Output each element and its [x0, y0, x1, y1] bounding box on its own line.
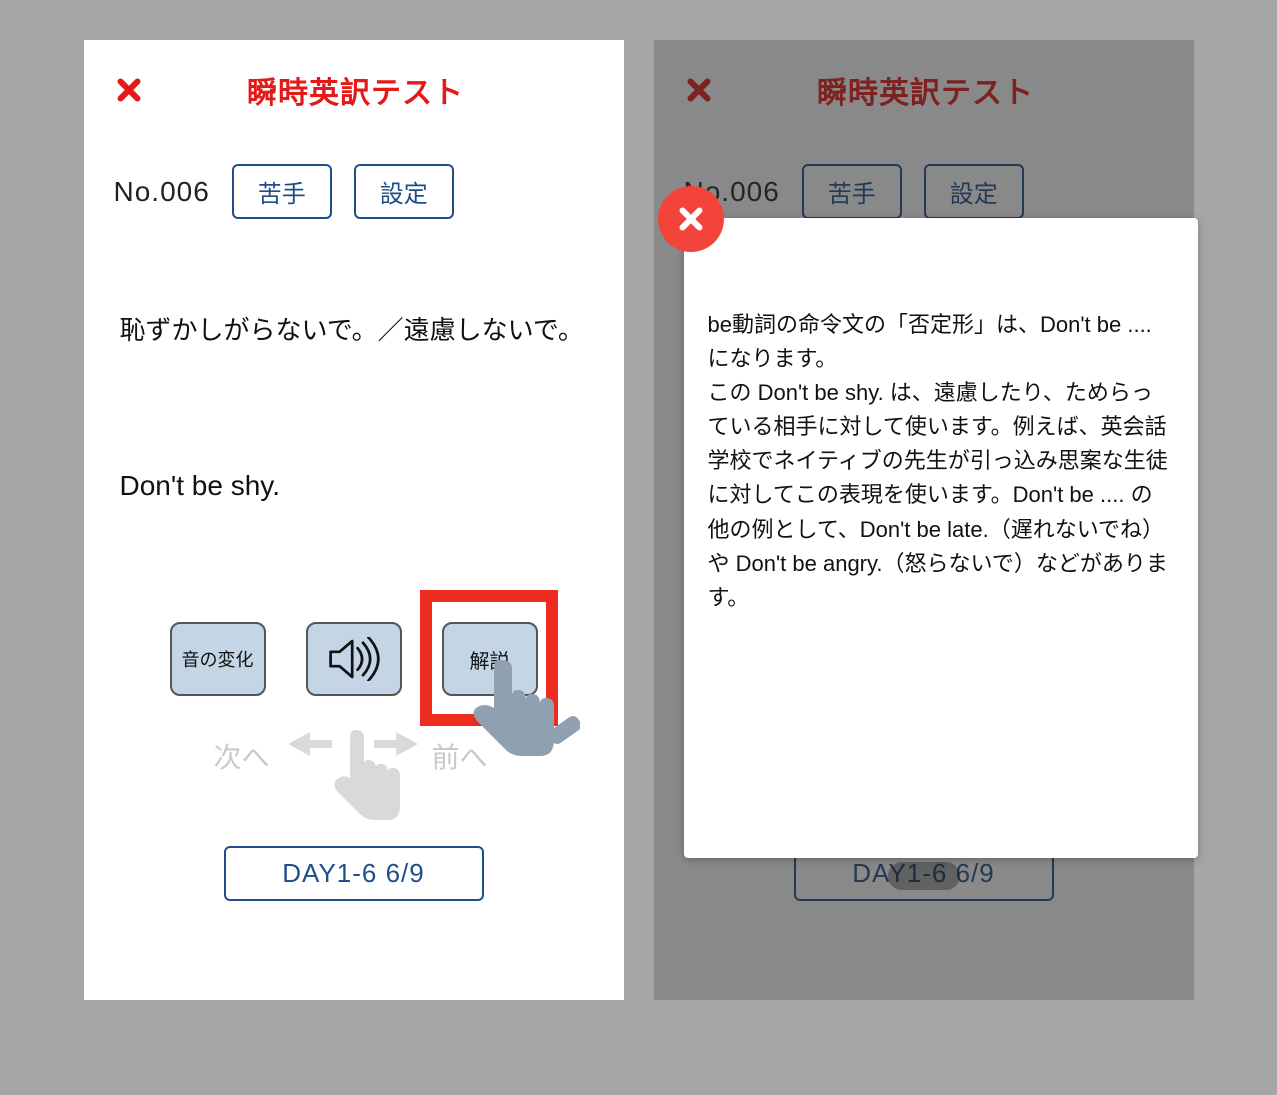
question-meta-row: No.006 苦手 設定	[84, 112, 624, 219]
swipe-gesture-icon	[284, 702, 444, 822]
explanation-popup: be動詞の命令文の「否定形」は、Don't be .... になります。 この …	[684, 218, 1198, 858]
settings-button[interactable]: 設定	[354, 164, 454, 219]
question-meta-row: No.006 苦手 設定	[654, 112, 1194, 219]
action-row: 音の変化 解説	[84, 622, 624, 696]
question-number: No.006	[114, 176, 210, 208]
weak-button[interactable]: 苦手	[232, 164, 332, 219]
phone-right: 瞬時英訳テスト No.006 苦手 設定 恥ずかしがらないで。／遠慮しないで。 …	[654, 40, 1194, 1000]
speaker-icon	[327, 637, 381, 681]
settings-button[interactable]: 設定	[924, 164, 1024, 219]
close-icon[interactable]	[114, 75, 144, 105]
progress-indicator[interactable]: DAY1-6 6/9	[224, 846, 484, 901]
sound-change-button[interactable]: 音の変化	[170, 622, 266, 696]
slider-track[interactable]	[888, 862, 960, 890]
page-title: 瞬時英訳テスト	[684, 68, 1168, 112]
speaker-button[interactable]	[306, 622, 402, 696]
english-sentence: Don't be shy.	[84, 350, 624, 502]
header: 瞬時英訳テスト	[654, 40, 1194, 112]
close-icon[interactable]	[684, 75, 714, 105]
japanese-sentence: 恥ずかしがらないで。／遠慮しないで。	[84, 219, 624, 350]
popup-close-icon[interactable]	[658, 186, 724, 252]
weak-button[interactable]: 苦手	[802, 164, 902, 219]
swipe-prev-label: 前へ	[432, 736, 488, 776]
swipe-next-label: 次へ	[214, 736, 270, 776]
explanation-text: be動詞の命令文の「否定形」は、Don't be .... になります。 この …	[708, 308, 1174, 615]
page-title: 瞬時英訳テスト	[114, 68, 598, 112]
phone-left: 瞬時英訳テスト No.006 苦手 設定 恥ずかしがらないで。／遠慮しないで。 …	[84, 40, 624, 1000]
swipe-hint: 次へ 前へ	[84, 702, 624, 822]
header: 瞬時英訳テスト	[84, 40, 624, 112]
